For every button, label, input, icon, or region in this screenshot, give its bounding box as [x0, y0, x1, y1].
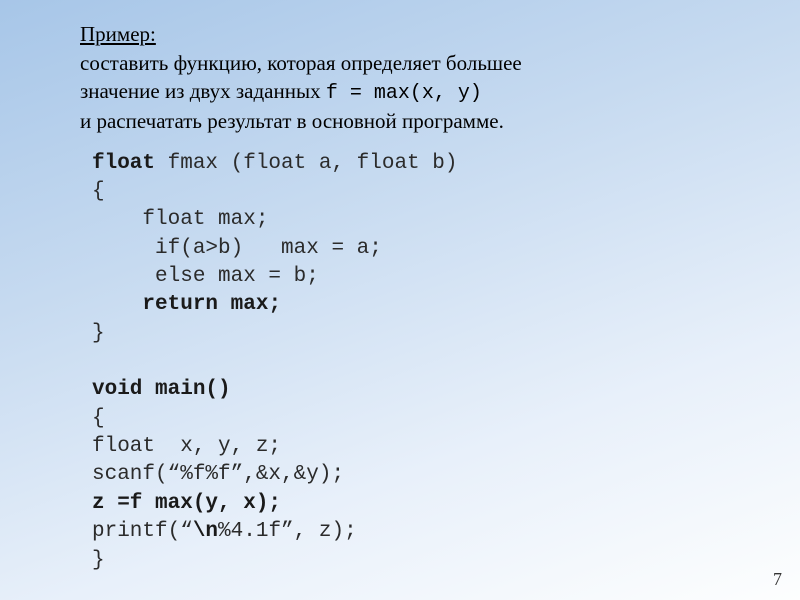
code-l10: { [92, 407, 105, 430]
code-l14c: %4.1f”, z); [218, 520, 357, 543]
code-l3: float max; [92, 208, 268, 231]
code-l12: scanf(“%f%f”,&x,&y); [92, 463, 344, 486]
example-title: Пример: [80, 22, 740, 47]
code-l14a: printf(“ [92, 520, 193, 543]
code-l15: } [92, 549, 105, 572]
code-l7: } [92, 322, 105, 345]
code-l14b: \n [193, 520, 218, 543]
description-line-3: и распечатать результат в основной прогр… [80, 107, 740, 135]
description-line-1: составить функцию, которая определяет бо… [80, 49, 740, 77]
code-l9: void main() [92, 378, 231, 401]
desc-line-2-text: значение из двух заданных [80, 79, 326, 103]
code-l6a [92, 293, 142, 316]
kw-return: return max; [142, 293, 281, 316]
code-l13: z =f max(y, x); [92, 492, 281, 515]
description-line-2: значение из двух заданных f = max(x, y) [80, 77, 740, 107]
code-l1b: fmax (float a, float b) [155, 152, 457, 175]
code-l11: float x, y, z; [92, 435, 281, 458]
slide: Пример: составить функцию, которая опред… [0, 0, 800, 600]
slide-content: Пример: составить функцию, которая опред… [80, 22, 740, 575]
code-block: float fmax (float a, float b) { float ma… [92, 150, 740, 575]
kw-float: float [92, 152, 155, 175]
code-l5: else max = b; [92, 265, 319, 288]
code-l4: if(a>b) max = a; [92, 237, 382, 260]
code-l2: { [92, 180, 105, 203]
desc-line-2-code: f = max(x, y) [326, 82, 482, 105]
page-number: 7 [773, 569, 782, 590]
